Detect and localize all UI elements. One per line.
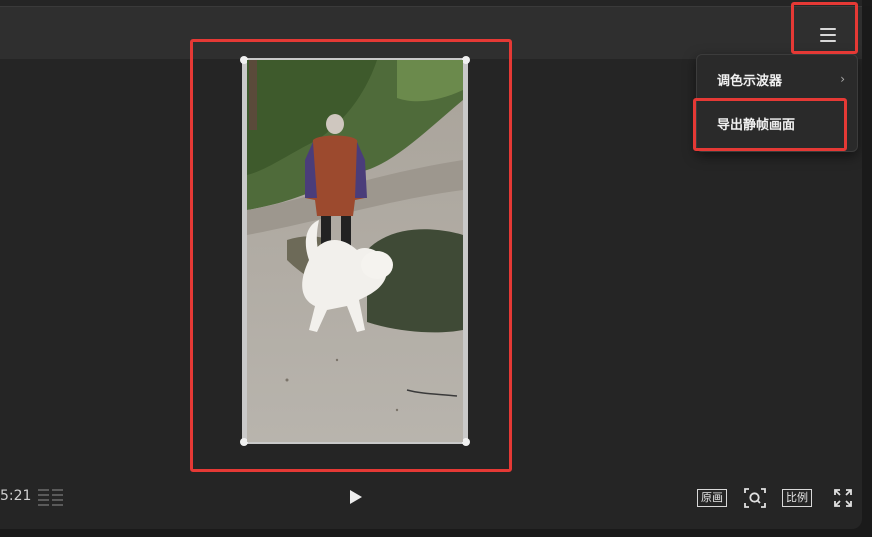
video-frame-image <box>247 60 463 442</box>
chapter-list-icon[interactable] <box>38 488 64 508</box>
menu-item-export-still-frame[interactable]: 导出静帧画面 <box>697 103 857 143</box>
original-view-button[interactable]: 原画 <box>697 489 727 507</box>
player-toolbar <box>0 6 862 59</box>
menu-item-color-scope[interactable]: 调色示波器 › <box>697 59 857 99</box>
video-player-panel: 5:21 原画 比例 调色示波器 › 导出静帧画面 <box>0 0 862 529</box>
video-frame-illustration <box>247 60 463 442</box>
player-controls: 5:21 原画 比例 <box>0 478 862 518</box>
play-icon[interactable] <box>349 489 363 505</box>
aspect-ratio-button[interactable]: 比例 <box>782 489 812 507</box>
resize-handle-top-right[interactable] <box>462 56 470 64</box>
hamburger-menu-icon[interactable] <box>816 23 840 47</box>
player-options-menu: 调色示波器 › 导出静帧画面 <box>696 54 858 152</box>
menu-item-label: 导出静帧画面 <box>717 117 796 133</box>
zoom-fit-icon[interactable] <box>743 487 767 509</box>
resize-handle-bottom-right[interactable] <box>462 438 470 446</box>
chevron-right-icon: › <box>840 72 845 86</box>
menu-item-label: 调色示波器 <box>717 73 783 89</box>
fullscreen-icon[interactable] <box>833 488 853 508</box>
timecode: 5:21 <box>0 488 32 504</box>
